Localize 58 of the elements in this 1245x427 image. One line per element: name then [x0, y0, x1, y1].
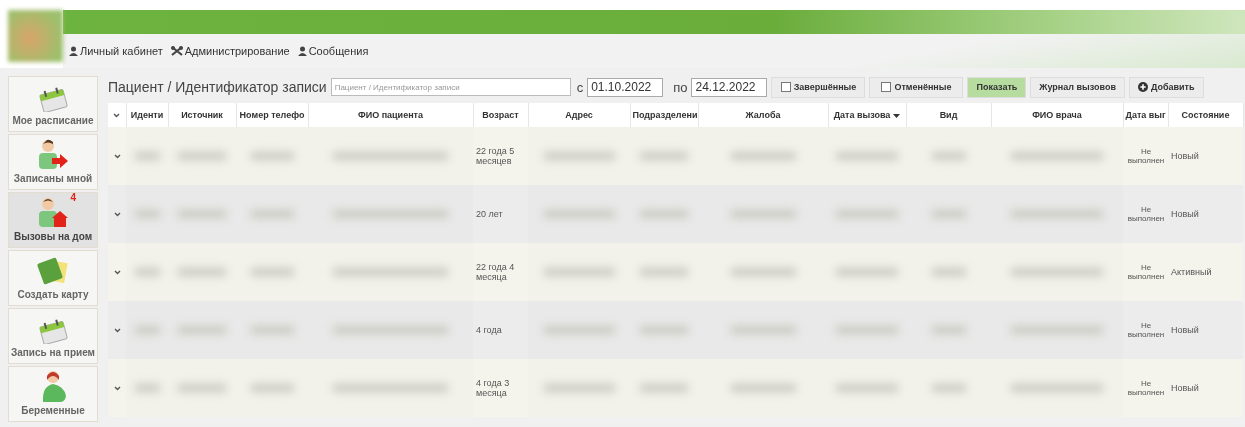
table-cell: Новый: [1171, 383, 1199, 393]
book-icon: [36, 256, 70, 286]
table-cell: Активный: [1171, 267, 1212, 277]
filter-toggle-button[interactable]: Отменённые: [869, 76, 964, 98]
search-field[interactable]: Пациент / Идентификатор записи: [330, 78, 571, 96]
chevron-down-icon[interactable]: [113, 270, 121, 275]
chevron-down-icon[interactable]: [113, 212, 121, 217]
logo-placeholder: [8, 10, 63, 62]
nav-link[interactable]: Личный кабинет: [69, 45, 163, 57]
table-cell: Не выполнен: [1126, 263, 1166, 281]
date-to-field[interactable]: 24.12.2022: [691, 77, 768, 97]
table-cell: 4 года: [476, 325, 502, 335]
tools-icon: [170, 46, 183, 56]
date-from-field[interactable]: 01.10.2022: [587, 77, 664, 97]
table-cell: 4 года 3 месяца: [476, 378, 510, 398]
chevron-down-icon[interactable]: [113, 328, 121, 333]
sidebar-item[interactable]: Записаны мной: [8, 134, 98, 190]
plus-circle-icon: [1137, 82, 1148, 92]
doctor-arrow-icon: [36, 138, 70, 170]
table-cell: Не выполнен: [1126, 147, 1166, 165]
sort-descending-icon: [893, 114, 901, 118]
sidebar-item[interactable]: Запись на прием: [8, 308, 98, 364]
table-cell: Новый: [1171, 325, 1199, 335]
column-header[interactable]: ФИО врача: [1032, 110, 1082, 120]
sidebar-item[interactable]: 4 Вызовы на дом: [8, 192, 98, 248]
doctor-house-icon: [36, 196, 70, 228]
checkbox[interactable]: [780, 82, 791, 92]
notification-count: 4: [70, 192, 76, 203]
show-button[interactable]: Показать: [967, 76, 1027, 98]
call-log-button[interactable]: Журнал вызовов: [1030, 76, 1125, 98]
column-header[interactable]: Адрес: [565, 110, 593, 120]
chevron-down-icon[interactable]: [113, 154, 121, 159]
table-cell: Не выполнен: [1126, 379, 1166, 397]
user-icon: [69, 46, 78, 56]
chevron-down-icon[interactable]: [113, 386, 121, 391]
table-cell: Новый: [1171, 209, 1199, 219]
table-cell: 22 года 4 месяца: [476, 262, 515, 282]
column-header[interactable]: ФИО пациента: [358, 110, 423, 120]
add-button[interactable]: Добавить: [1128, 76, 1204, 98]
table-cell: 22 года 5 месяцев: [476, 146, 515, 166]
filter-toggle-button[interactable]: Завершённые: [771, 76, 866, 98]
date-from-label: с: [576, 79, 584, 95]
nav-link[interactable]: Администрирование: [170, 45, 290, 57]
column-header[interactable]: Жалоба: [745, 110, 781, 120]
column-header[interactable]: Вид: [939, 110, 958, 120]
sidebar-item[interactable]: Создать карту: [8, 250, 98, 306]
table-cell: Не выполнен: [1126, 321, 1166, 339]
chevron-down-icon[interactable]: [113, 113, 121, 118]
table-cell: Не выполнен: [1126, 205, 1166, 223]
filter-label: Пациент / Идентификатор записи: [108, 79, 327, 95]
sidebar-item[interactable]: Мое расписание: [8, 76, 98, 132]
table-cell: Новый: [1171, 151, 1199, 161]
sidebar-item[interactable]: Беременные: [8, 366, 98, 422]
nav-link[interactable]: Сообщения: [297, 45, 369, 57]
user-icon: [297, 46, 307, 56]
checkbox[interactable]: [881, 82, 892, 92]
date-to-label: по: [673, 79, 688, 95]
table-cell: 20 лет: [476, 209, 503, 219]
